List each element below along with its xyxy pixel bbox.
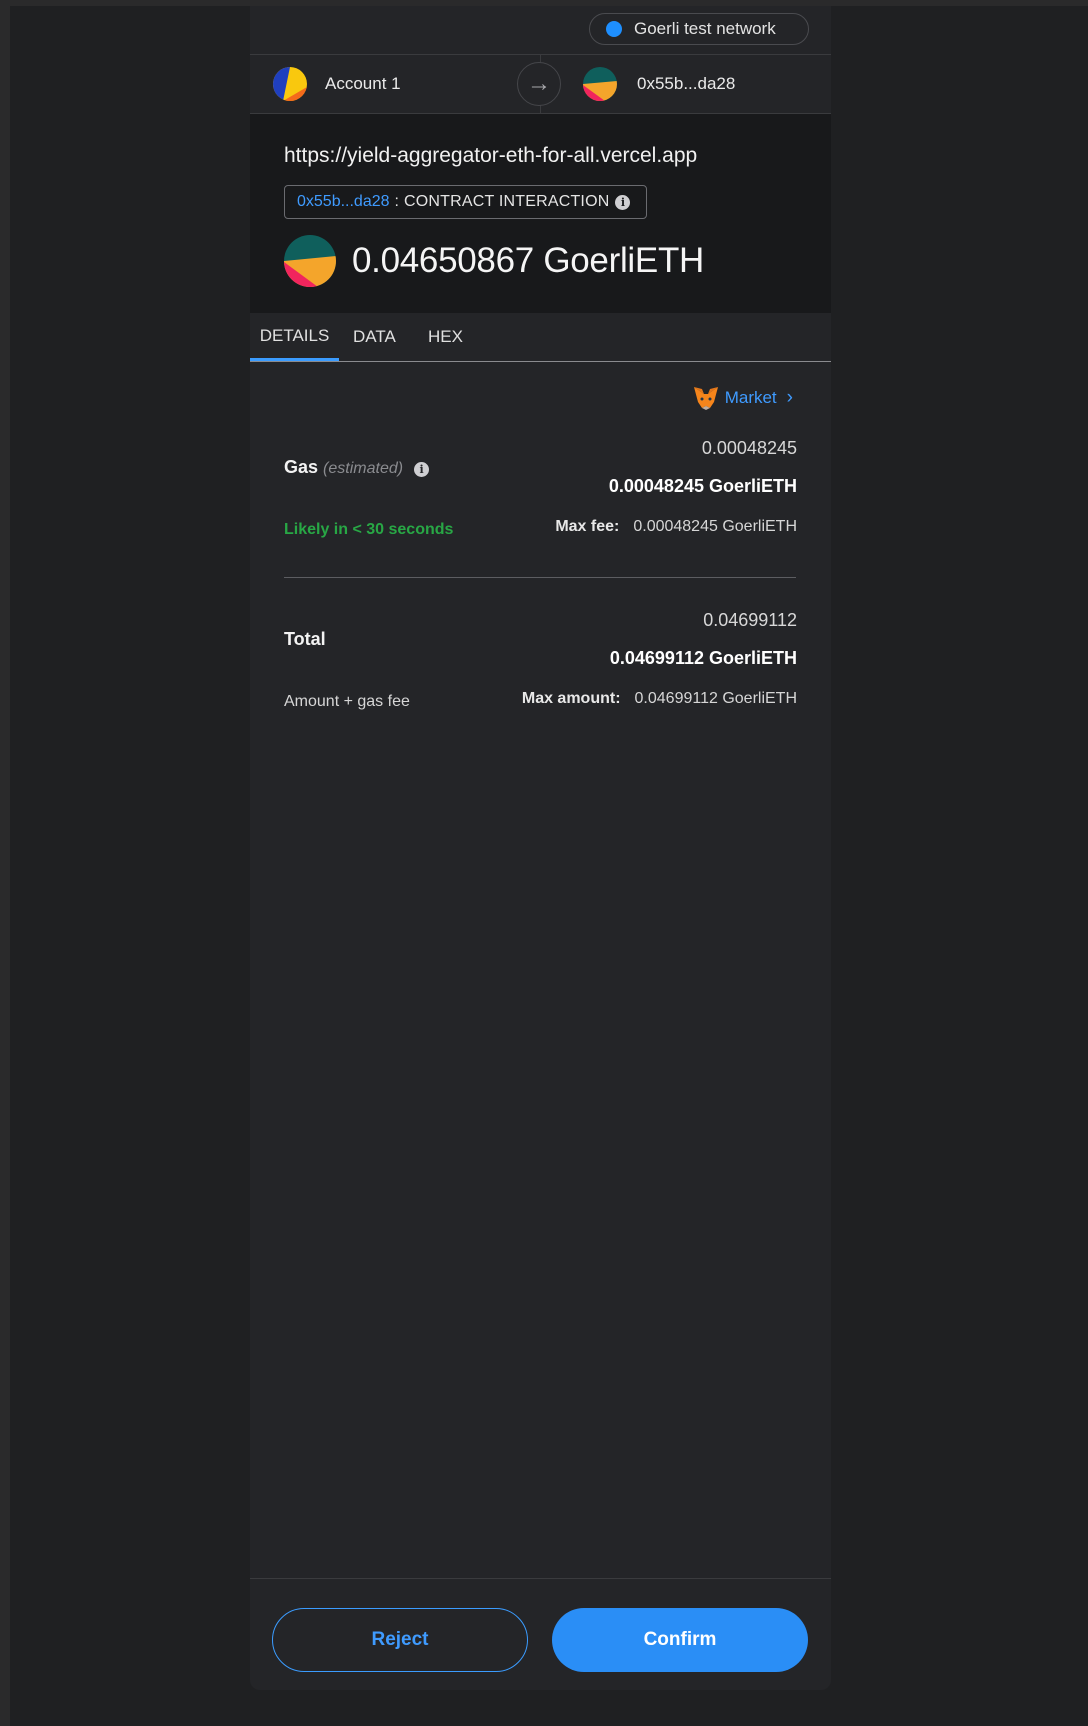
gas-timing: Likely in < 30 seconds	[284, 521, 454, 538]
contract-avatar-icon	[284, 235, 336, 287]
sender-recipient-row: Account 1 → 0x55b...da28	[250, 55, 831, 114]
total-sub-label: Amount + gas fee	[284, 693, 410, 710]
network-label: Goerli test network	[634, 19, 776, 38]
network-bar: Goerli test network	[250, 6, 831, 55]
total-fiat-value: 0.04699112	[703, 610, 797, 630]
arrow-right-icon: →	[517, 62, 561, 106]
info-icon[interactable]: i	[615, 194, 631, 210]
chevron-right-icon: ›	[786, 387, 793, 408]
gas-value: 0.00048245 GoerliETH	[608, 476, 797, 496]
reject-button[interactable]: Reject	[272, 1608, 528, 1672]
max-amount-label: Max amount:	[521, 690, 621, 707]
gas-max-fee: Max fee: 0.00048245 GoerliETH	[555, 518, 797, 536]
network-status-dot-icon	[606, 21, 622, 37]
total-value: 0.04699112 GoerliETH	[609, 648, 797, 668]
max-fee-label: Max fee:	[555, 518, 620, 535]
recipient-address[interactable]: 0x55b...da28	[637, 74, 735, 94]
gas-fiat-value: 0.00048245	[701, 438, 797, 458]
tab-details[interactable]: DETAILS	[250, 313, 339, 361]
max-fee-value: 0.00048245 GoerliETH	[633, 518, 797, 535]
sender-account-name[interactable]: Account 1	[325, 74, 401, 94]
tab-data[interactable]: DATA	[353, 313, 396, 361]
gas-info-icon[interactable]: i	[414, 462, 430, 477]
origin-url: https://yield-aggregator-eth-for-all.ver…	[284, 144, 698, 167]
method-name: CONTRACT INTERACTION	[403, 193, 610, 210]
metamask-fox-icon	[693, 386, 719, 410]
confirm-button[interactable]: Confirm	[552, 1608, 808, 1672]
gas-label: Gas	[284, 457, 319, 477]
market-link[interactable]: Market ›	[693, 386, 793, 410]
total-max-amount: Max amount: 0.04699112 GoerliETH	[522, 690, 797, 708]
transaction-confirmation-popup: Goerli test network Account 1 → 0x55b...…	[250, 6, 831, 1690]
recipient-avatar-icon[interactable]	[583, 67, 617, 101]
tab-bar: DETAILS DATA HEX	[250, 313, 831, 362]
method-separator: :	[394, 193, 399, 210]
total-label: Total	[284, 629, 326, 649]
contract-address-link[interactable]: 0x55b...da28	[297, 193, 390, 211]
tab-hex[interactable]: HEX	[428, 313, 463, 361]
section-divider	[284, 577, 796, 578]
sender-avatar-icon[interactable]	[273, 67, 307, 101]
network-selector[interactable]: Goerli test network	[589, 13, 809, 45]
gas-label-group: Gas (estimated) i	[284, 457, 430, 478]
transaction-amount: 0.04650867 GoerliETH	[352, 241, 704, 280]
gas-qualifier: (estimated)	[323, 460, 404, 477]
max-amount-value: 0.04699112 GoerliETH	[634, 690, 797, 707]
method-badge: 0x55b...da28 : CONTRACT INTERACTION i	[284, 185, 648, 219]
footer-actions: Reject Confirm	[250, 1578, 831, 1690]
market-label: Market	[724, 388, 777, 407]
transaction-header: https://yield-aggregator-eth-for-all.ver…	[250, 114, 831, 313]
